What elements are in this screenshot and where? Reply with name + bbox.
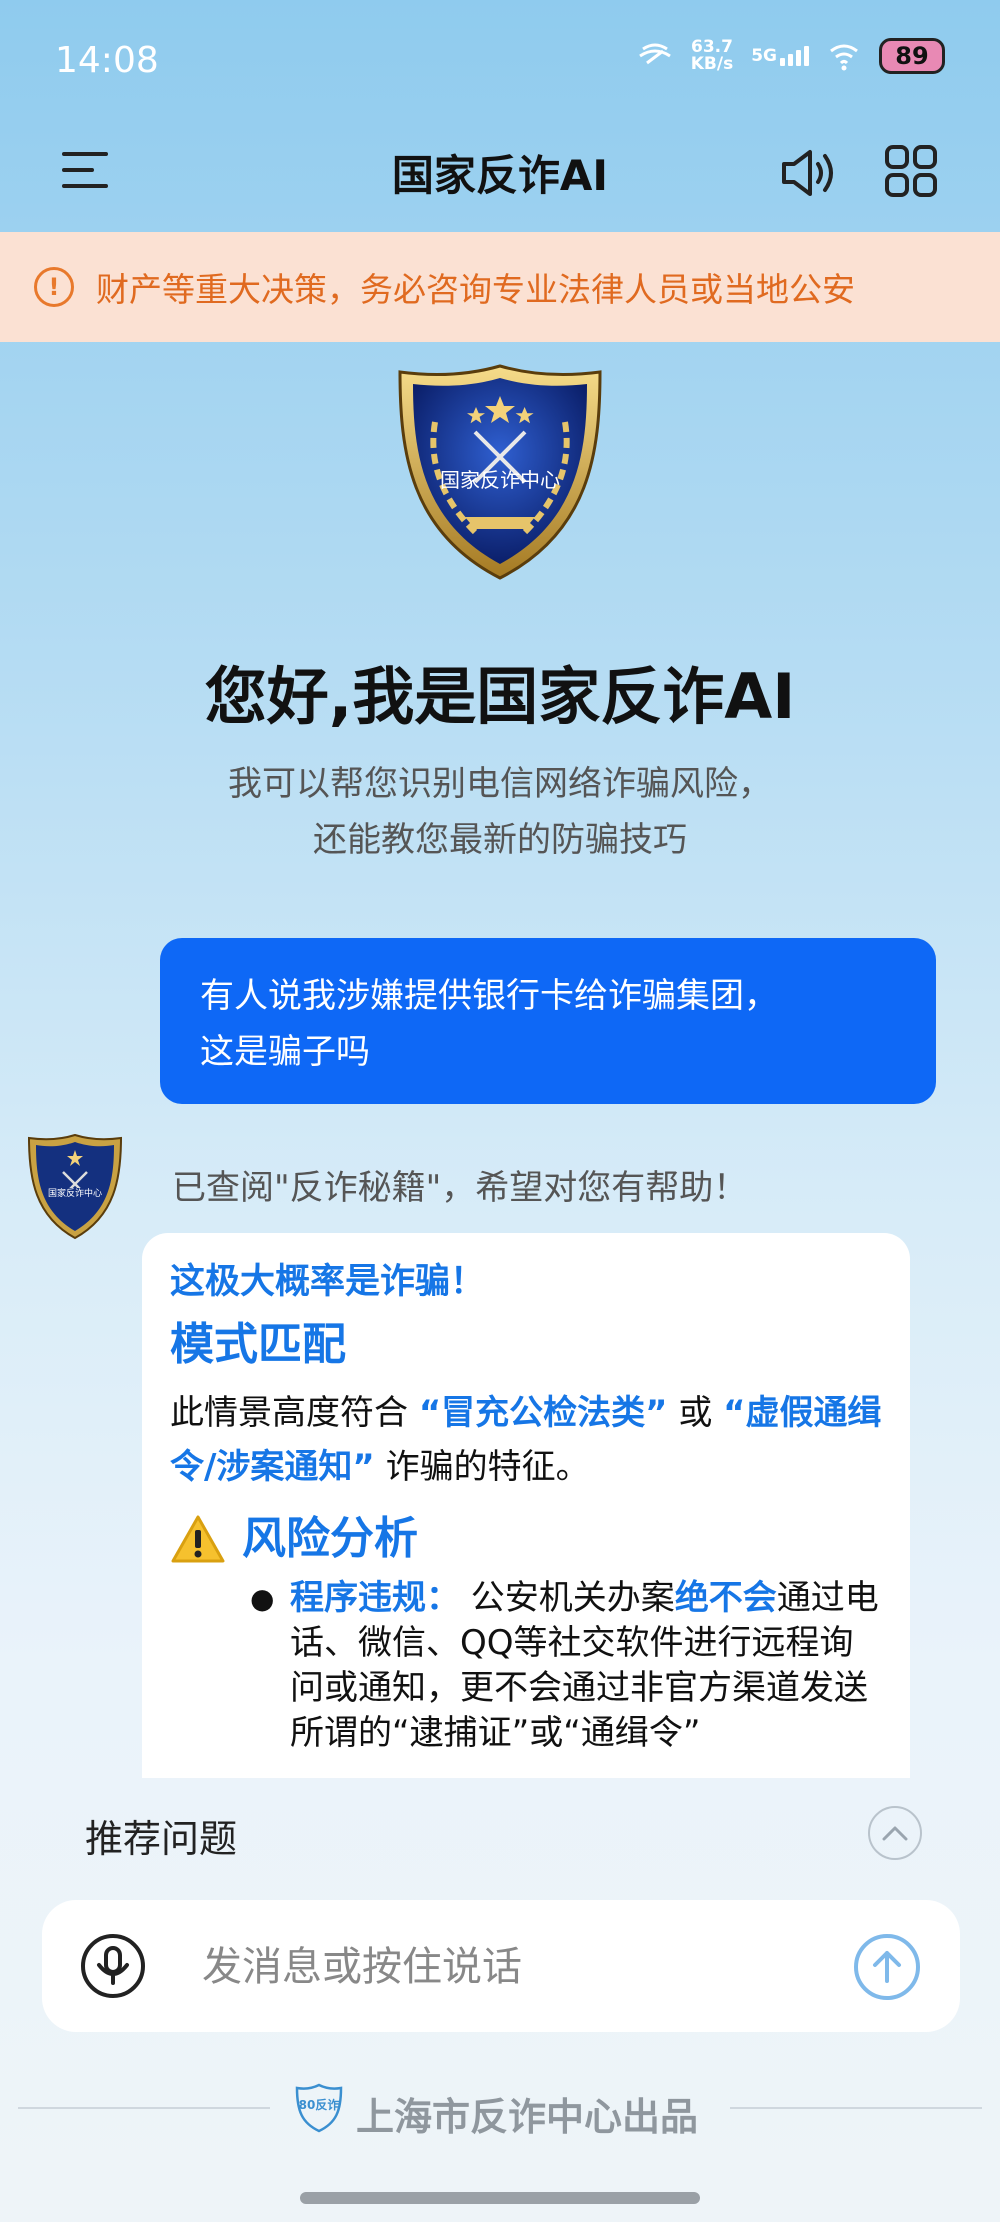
bullet-text: 公安机关办案 xyxy=(460,1578,675,1618)
pattern-highlight: “冒充公检法类” xyxy=(418,1393,668,1433)
risk-heading: 风险分析 xyxy=(242,1513,418,1564)
pattern-heading: 模式匹配 xyxy=(170,1319,346,1370)
home-indicator[interactable] xyxy=(300,2192,700,2204)
pattern-text: 此情景高度符合 xyxy=(170,1393,419,1433)
risk-bullet: ● 程序违规： 公安机关办案绝不会通过电话、微信、QQ等社交软件进行远程询问或通… xyxy=(170,1576,882,1756)
hero-title: 您好,我是国家反诈AI xyxy=(204,660,796,733)
chevron-up-icon xyxy=(882,1826,908,1841)
bot-response-card: 这极大概率是诈骗！ 模式匹配 此情景高度符合 “冒充公检法类” 或 “虚假通缉令… xyxy=(142,1233,910,1778)
net-speed: 63.7 KB/s xyxy=(691,39,733,73)
pattern-text: 诈骗的特征。 xyxy=(374,1447,590,1487)
speaker-icon[interactable] xyxy=(778,142,840,204)
hero-subtitle: 我可以帮您识别电信网络诈骗风险， 还能教您最新的防骗技巧 xyxy=(0,756,1000,868)
anti-fraud-emblem: 国家反诈中心 xyxy=(398,364,602,580)
mic-icon[interactable] xyxy=(80,1933,146,1999)
message-input[interactable] xyxy=(200,1930,824,2004)
banner-text: 财产等重大决策，务必咨询专业法律人员或当地公安 xyxy=(96,270,855,309)
user-message-line: 这是骗子吗 xyxy=(200,1032,370,1072)
status-time: 14:08 xyxy=(55,40,159,81)
hero-subtitle-line: 还能教您最新的防骗技巧 xyxy=(313,820,687,860)
bot-reference-note: 已查阅"反诈秘籍"，希望对您有帮助！ xyxy=(172,1168,748,1208)
grid-icon[interactable] xyxy=(885,145,937,197)
pattern-text: 或 xyxy=(667,1393,724,1433)
shanghai-anti-fraud-logo: 80反诈 xyxy=(295,2083,343,2133)
nfc-icon xyxy=(638,43,671,65)
risk-heading-row: 风险分析 xyxy=(170,1508,882,1570)
bullet-dot: ● xyxy=(250,1582,275,1615)
wifi-icon xyxy=(830,44,858,71)
bot-avatar: 国家反诈中心 xyxy=(27,1133,123,1240)
hero-subtitle-line: 我可以帮您识别电信网络诈骗风险， xyxy=(228,764,772,804)
recommend-toggle[interactable] xyxy=(868,1806,922,1860)
page-title: 国家反诈AI xyxy=(391,151,609,200)
verdict-text: 这极大概率是诈骗！ xyxy=(170,1262,486,1302)
warning-triangle-icon xyxy=(171,1515,225,1563)
footer-text: 上海市反诈中心出品 xyxy=(356,2095,699,2139)
bullet-highlight: 绝不会 xyxy=(674,1578,777,1618)
emblem-text: 国家反诈中心 xyxy=(440,468,560,492)
network-type: 5G xyxy=(751,46,777,66)
cellular-signal-icon: 5G xyxy=(751,46,809,66)
footer-logo-text: 80反诈 xyxy=(299,2097,340,2112)
bullet-label: 程序违规： xyxy=(290,1578,460,1618)
recommend-label: 推荐问题 xyxy=(85,1817,238,1861)
battery-indicator: 89 xyxy=(879,38,945,74)
pattern-paragraph: 此情景高度符合 “冒充公检法类” 或 “虚假通缉令/涉案通知” 诈骗的特征。 xyxy=(170,1386,882,1494)
warning-circle-icon: ! xyxy=(34,267,74,307)
net-speed-unit: KB/s xyxy=(690,54,734,74)
warning-banner[interactable]: ! 财产等重大决策，务必咨询专业法律人员或当地公安 xyxy=(0,232,1000,342)
send-arrow-icon[interactable] xyxy=(853,1933,921,2001)
svg-text:国家反诈中心: 国家反诈中心 xyxy=(48,1187,102,1199)
footer-divider-left xyxy=(18,2107,270,2109)
footer-divider-right xyxy=(730,2107,982,2109)
user-message-line: 有人说我涉嫌提供银行卡给诈骗集团， xyxy=(200,976,778,1016)
status-icons: 63.7 KB/s 5G 89 xyxy=(637,38,945,74)
user-message-bubble[interactable]: 有人说我涉嫌提供银行卡给诈骗集团， 这是骗子吗 xyxy=(160,938,936,1104)
